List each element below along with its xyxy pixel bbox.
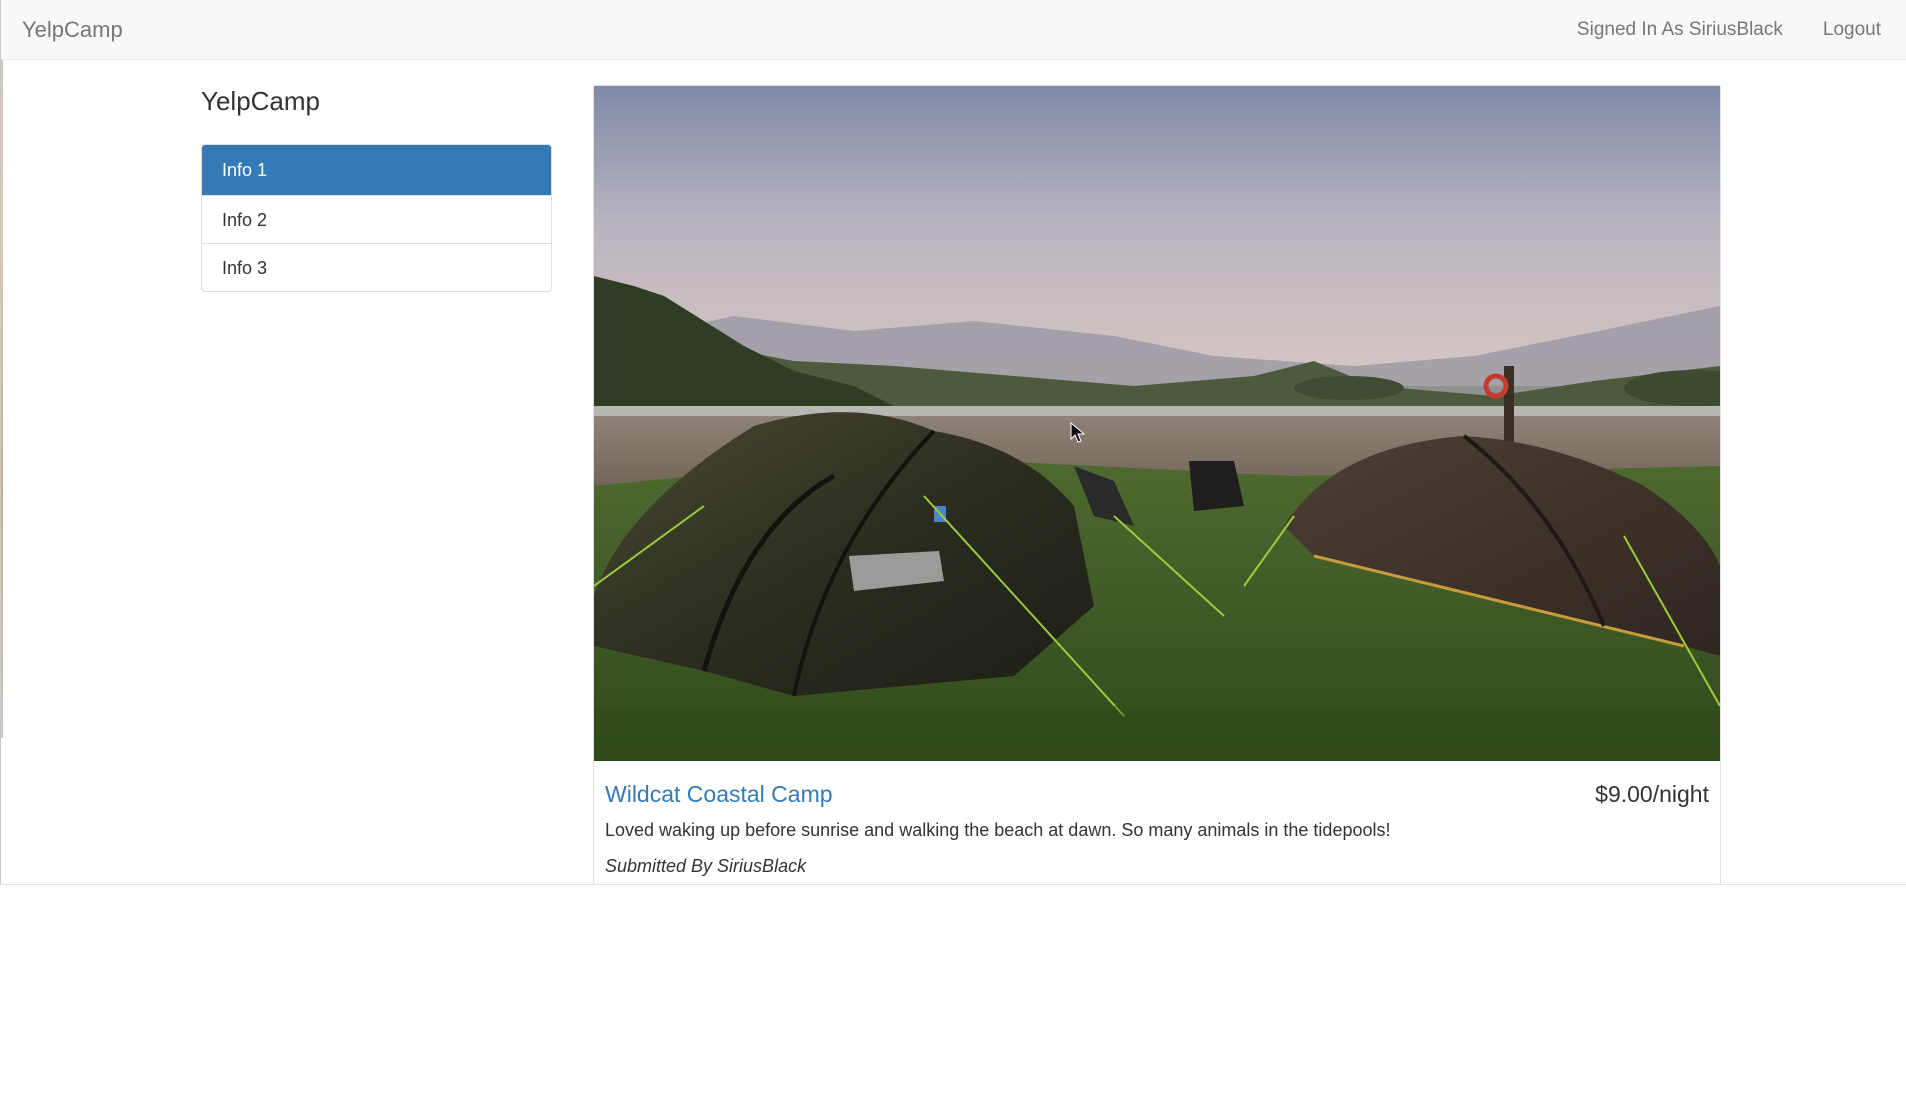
campsite-photo-illustration (594, 86, 1720, 761)
navbar-right: Signed In As SiriusBlack Logout (1577, 19, 1881, 41)
sidebar-title: YelpCamp (201, 86, 321, 116)
navbar-brand[interactable]: YelpCamp (22, 17, 123, 43)
sidebar-item-info-2[interactable]: Info 2 (202, 195, 551, 243)
signed-in-link[interactable]: Signed In As SiriusBlack (1577, 19, 1783, 41)
campground-price: $9.00/night (1595, 781, 1709, 807)
campground-description: Loved waking up before sunrise and walki… (605, 820, 1391, 840)
sidebar-item-info-3[interactable]: Info 3 (202, 243, 551, 291)
app-frame: YelpCamp Signed In As SiriusBlack Logout… (0, 0, 1906, 885)
campground-author: Submitted By SiriusBlack (605, 856, 807, 876)
logout-link[interactable]: Logout (1823, 19, 1881, 41)
sidebar-list: Info 1 Info 2 Info 3 (201, 144, 552, 292)
window-edge (1, 0, 3, 738)
sidebar-item-info-1[interactable]: Info 1 (202, 145, 551, 195)
campground-name-link[interactable]: Wildcat Coastal Camp (605, 781, 833, 808)
sidebar: YelpCamp Info 1 Info 2 Info 3 (201, 86, 552, 292)
campground-card: Wildcat Coastal Camp $9.00/night Loved w… (593, 85, 1721, 884)
browser-viewport: YelpCamp Signed In As SiriusBlack Logout… (0, 0, 1906, 1108)
mouse-cursor-icon (1070, 422, 1086, 443)
campground-image (594, 86, 1720, 761)
top-navbar: YelpCamp Signed In As SiriusBlack Logout (1, 0, 1906, 60)
